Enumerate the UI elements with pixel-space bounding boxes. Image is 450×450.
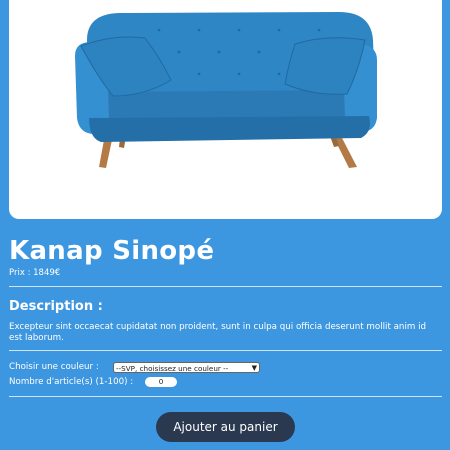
divider bbox=[9, 350, 442, 351]
product-title: Kanap Sinopé bbox=[9, 236, 215, 266]
description-heading: Description : bbox=[9, 299, 103, 314]
color-select[interactable]: --SVP, choisissez une couleur -- ▼ bbox=[113, 362, 260, 373]
color-select-value: --SVP, choisissez une couleur -- bbox=[116, 364, 229, 373]
sofa-image bbox=[75, 12, 377, 168]
product-price: Prix : 1849€ bbox=[9, 268, 61, 278]
quantity-input[interactable]: 0 bbox=[145, 377, 177, 387]
divider bbox=[9, 396, 442, 397]
color-label: Choisir une couleur : bbox=[9, 362, 99, 372]
sofa-leg-front-left bbox=[99, 140, 112, 168]
divider bbox=[9, 286, 442, 287]
description-text: Excepteur sint occaecat cupidatat non pr… bbox=[9, 322, 427, 343]
sofa-base bbox=[89, 116, 370, 142]
chevron-down-icon: ▼ bbox=[251, 364, 257, 372]
add-to-cart-button[interactable]: Ajouter au panier bbox=[156, 412, 295, 442]
quantity-label: Nombre d'article(s) (1-100) : bbox=[9, 377, 134, 387]
product-image bbox=[9, 0, 442, 219]
